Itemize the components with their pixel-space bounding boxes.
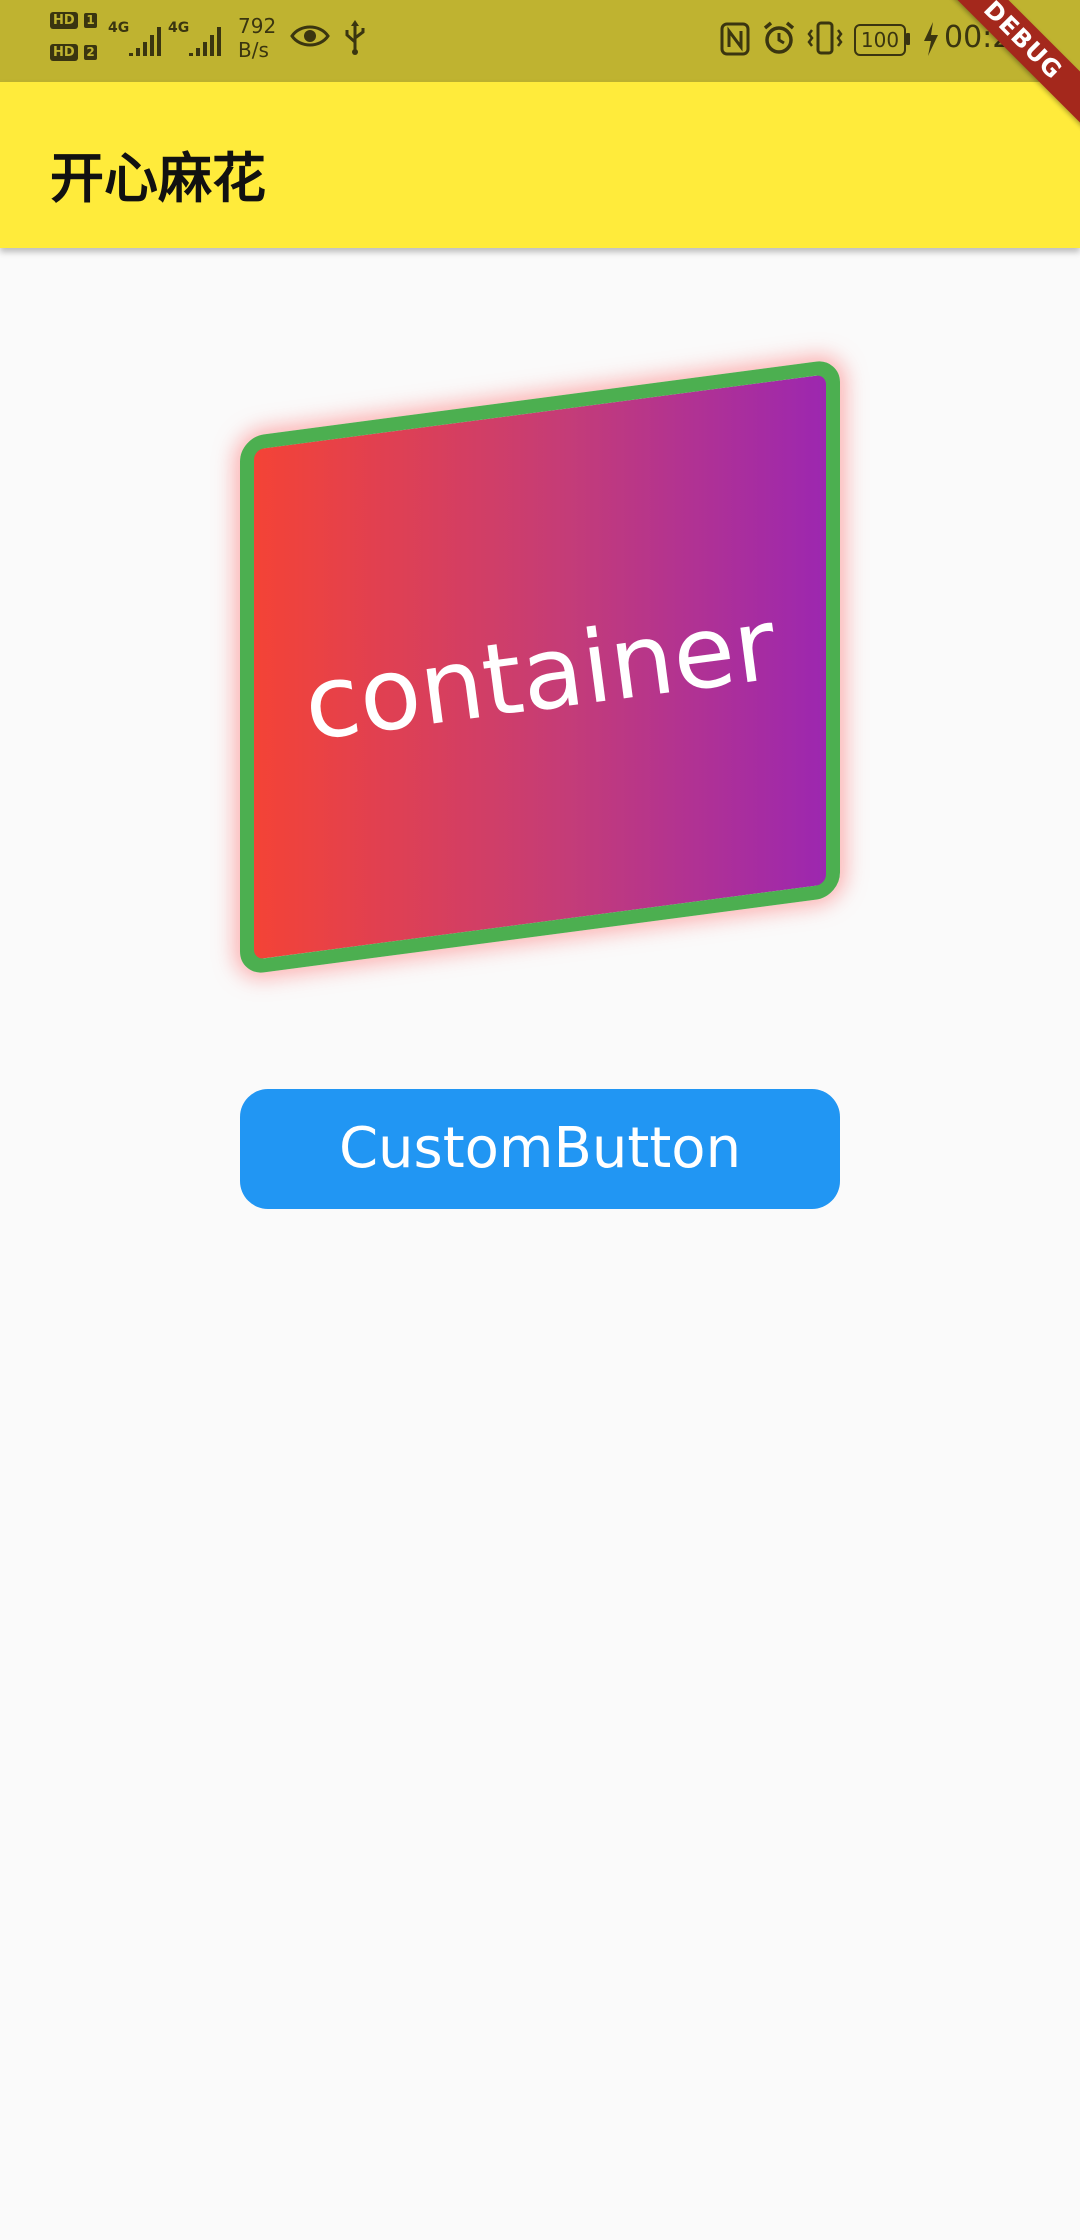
status-bar: HD 1 HD 2 4G 4G 792 B/s 100 00:26	[0, 0, 1080, 82]
sim-1-label: 1	[84, 13, 97, 28]
usb-icon	[342, 20, 368, 60]
custom-button[interactable]: CustomButton	[240, 1089, 840, 1209]
speed-unit: B/s	[238, 38, 269, 62]
network-speed: 792 B/s	[238, 14, 276, 62]
signal-2-icon: 4G	[168, 18, 226, 60]
battery-tip	[906, 33, 910, 45]
page-title: 开心麻花	[50, 147, 266, 210]
sim-2-label: 2	[84, 45, 97, 60]
dual-sim-indicator: HD 1 HD 2	[50, 12, 100, 72]
hd-badge-2: HD	[50, 44, 78, 61]
alarm-icon	[762, 20, 796, 60]
hd-badge-1: HD	[50, 12, 78, 29]
speed-value: 792	[238, 14, 277, 38]
vibrate-icon	[806, 20, 844, 60]
transformed-container: container	[240, 340, 840, 995]
battery-level: 100	[854, 24, 906, 56]
app-bar: 开心麻花	[0, 82, 1080, 248]
battery-icon: 100	[854, 24, 910, 56]
eye-icon	[290, 22, 330, 54]
signal-1-icon: 4G	[108, 18, 166, 60]
nfc-icon	[720, 22, 750, 60]
screen: HD 1 HD 2 4G 4G 792 B/s 100 00:26 DEBUG …	[0, 0, 1080, 2240]
charging-bolt-icon	[922, 22, 940, 60]
